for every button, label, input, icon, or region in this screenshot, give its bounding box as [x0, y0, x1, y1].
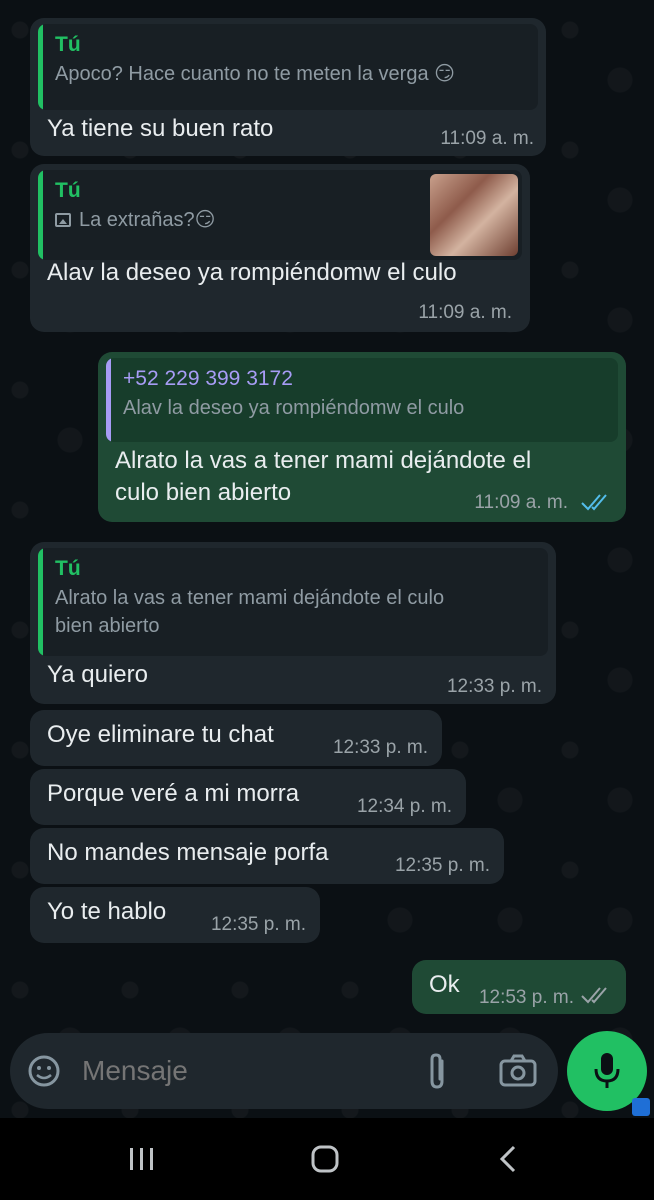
incoming-message[interactable]: Tú La extrañas?😏 Alav la deseo ya rompié…	[30, 164, 530, 332]
message-composer[interactable]	[10, 1033, 558, 1109]
quoted-reply[interactable]: +52 229 399 3172 Alav la deseo ya rompié…	[106, 358, 618, 442]
message-time: 11:09 a. m.	[418, 302, 512, 323]
camera-icon[interactable]	[498, 1053, 538, 1094]
message-text-line1: Alrato la vas a tener mami dejándote el	[115, 447, 532, 474]
quote-text: Apoco? Hace cuanto no te meten la verga …	[55, 63, 455, 85]
quoted-reply[interactable]: Tú Apoco? Hace cuanto no te meten la ver…	[38, 24, 538, 110]
home-icon[interactable]	[310, 1144, 340, 1179]
message-text: Ya tiene su buen rato	[47, 115, 274, 142]
quote-text-line2: bien abierto	[55, 615, 160, 637]
quoted-reply[interactable]: Tú La extrañas?😏	[38, 170, 522, 260]
quoted-image-thumbnail[interactable]	[430, 174, 518, 256]
sticker-icon[interactable]	[26, 1053, 62, 1094]
quote-text: La extrañas?😏	[79, 209, 216, 231]
message-time: 12:34 p. m.	[356, 796, 452, 817]
message-time: 11:09 a. m.	[474, 492, 568, 513]
quote-author: Tú	[55, 33, 81, 56]
incoming-message[interactable]: Tú Apoco? Hace cuanto no te meten la ver…	[30, 18, 546, 156]
quote-author: +52 229 399 3172	[123, 367, 293, 390]
incoming-message[interactable]: Tú Alrato la vas a tener mami dejándote …	[30, 542, 556, 704]
message-time: 12:33 p. m.	[332, 737, 428, 758]
message-text: Oye eliminare tu chat	[47, 721, 274, 748]
read-receipt-icon	[580, 985, 612, 1010]
outgoing-message[interactable]: Ok 12:53 p. m.	[412, 960, 626, 1014]
incoming-message[interactable]: Yo te hablo 12:35 p. m.	[30, 887, 320, 943]
message-time: 12:33 p. m.	[446, 676, 542, 697]
read-receipt-icon	[580, 492, 612, 517]
message-input[interactable]	[82, 1051, 402, 1091]
message-text-line2: culo bien abierto	[115, 479, 292, 506]
message-time: 12:53 p. m.	[478, 987, 574, 1008]
microphone-icon	[593, 1051, 621, 1096]
attach-icon[interactable]	[422, 1051, 452, 1096]
message-text: Yo te hablo	[47, 898, 167, 925]
message-time: 12:35 p. m.	[394, 855, 490, 876]
quote-text: Alav la deseo ya rompiéndomw el culo	[123, 397, 465, 419]
message-text: Ya quiero	[47, 661, 148, 688]
message-text: Alav la deseo ya rompiéndomw el culo	[47, 259, 457, 286]
quoted-reply[interactable]: Tú Alrato la vas a tener mami dejándote …	[38, 548, 548, 656]
incoming-message[interactable]: No mandes mensaje porfa 12:35 p. m.	[30, 828, 504, 884]
message-text: Ok	[429, 971, 460, 998]
image-icon	[55, 213, 71, 227]
outgoing-message[interactable]: +52 229 399 3172 Alav la deseo ya rompié…	[98, 352, 626, 522]
back-icon[interactable]	[498, 1144, 518, 1179]
message-time: 11:09 a. m.	[440, 128, 534, 149]
message-text: Porque veré a mi morra	[47, 780, 300, 807]
chat-background: Tú Apoco? Hace cuanto no te meten la ver…	[0, 0, 654, 1118]
message-text: No mandes mensaje porfa	[47, 839, 329, 866]
quote-author: Tú	[55, 557, 81, 580]
badge-icon	[632, 1098, 650, 1116]
system-navigation-bar	[0, 1118, 654, 1200]
incoming-message[interactable]: Oye eliminare tu chat 12:33 p. m.	[30, 710, 442, 766]
incoming-message[interactable]: Porque veré a mi morra 12:34 p. m.	[30, 769, 466, 825]
quote-text-line1: Alrato la vas a tener mami dejándote el …	[55, 587, 445, 609]
recent-apps-icon[interactable]	[128, 1146, 156, 1177]
message-time: 12:35 p. m.	[210, 914, 306, 935]
